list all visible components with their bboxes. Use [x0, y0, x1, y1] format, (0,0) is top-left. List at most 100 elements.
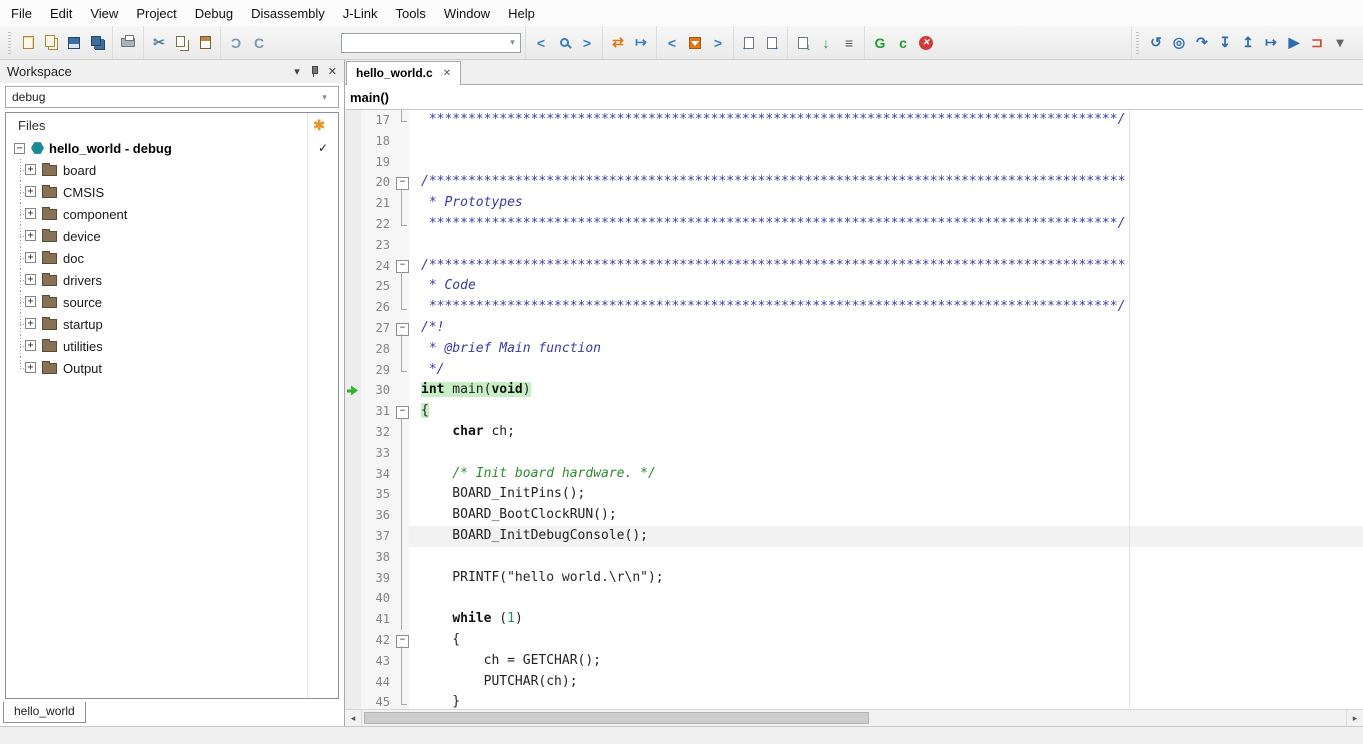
breakpoint-gutter[interactable]: [345, 110, 361, 131]
breakpoint-gutter[interactable]: [345, 193, 361, 214]
breakpoint-gutter[interactable]: [345, 588, 361, 609]
menu-item-tools[interactable]: Tools: [386, 1, 434, 26]
pin-icon[interactable]: [309, 66, 319, 78]
scrollbar-thumb[interactable]: [364, 712, 869, 724]
breakpoint-gutter[interactable]: [345, 672, 361, 693]
stop-debugging-icon[interactable]: ⊐: [1306, 32, 1328, 54]
cut-icon[interactable]: ✂: [148, 32, 170, 54]
editor-tab-hello-world-c[interactable]: hello_world.c ✕: [346, 61, 461, 85]
toggle-bookmark-icon[interactable]: [684, 32, 706, 54]
expand-icon[interactable]: +: [25, 362, 36, 373]
breakpoint-gutter[interactable]: [345, 276, 361, 297]
tree-item-component[interactable]: +component: [6, 203, 338, 225]
breakpoint-gutter[interactable]: [345, 692, 361, 709]
menu-item-view[interactable]: View: [81, 1, 127, 26]
menu-item-project[interactable]: Project: [127, 1, 185, 26]
menu-item-jlink[interactable]: J-Link: [334, 1, 387, 26]
breakpoint-gutter[interactable]: [345, 443, 361, 464]
breakpoint-gutter[interactable]: [345, 568, 361, 589]
breakpoint-gutter[interactable]: [345, 422, 361, 443]
new-document-icon[interactable]: [17, 32, 39, 54]
make-icon[interactable]: [792, 32, 814, 54]
close-tab-icon[interactable]: ✕: [443, 68, 451, 79]
breakpoint-gutter[interactable]: [345, 297, 361, 318]
debug-menu-caret-icon[interactable]: ▾: [1329, 32, 1351, 54]
reset-icon[interactable]: ↺: [1145, 32, 1167, 54]
step-into-icon[interactable]: ↧: [1214, 32, 1236, 54]
find-icon[interactable]: [553, 32, 575, 54]
stop-build-icon[interactable]: ✕: [915, 32, 937, 54]
code-area[interactable]: 17 *************************************…: [345, 110, 1363, 709]
expand-icon[interactable]: +: [25, 230, 36, 241]
browse-back-icon[interactable]: [738, 32, 760, 54]
fold-marker-icon[interactable]: [395, 256, 409, 277]
breakpoint-gutter[interactable]: [345, 360, 361, 381]
previous-bookmark-icon[interactable]: <: [661, 32, 683, 54]
expand-icon[interactable]: +: [25, 186, 36, 197]
menu-item-edit[interactable]: Edit: [41, 1, 81, 26]
fold-marker-icon[interactable]: [395, 172, 409, 193]
expand-icon[interactable]: +: [25, 252, 36, 263]
chevron-down-icon[interactable]: ▾: [505, 37, 520, 48]
expand-icon[interactable]: +: [25, 296, 36, 307]
breakpoint-gutter[interactable]: [345, 256, 361, 277]
breakpoint-gutter[interactable]: [345, 131, 361, 152]
exchange-icon[interactable]: ⇄: [607, 32, 629, 54]
scroll-right-icon[interactable]: ▸: [1346, 710, 1363, 726]
browse-forward-icon[interactable]: [761, 32, 783, 54]
fold-marker-icon[interactable]: [395, 630, 409, 651]
scroll-left-icon[interactable]: ◂: [345, 710, 362, 726]
breakpoint-gutter[interactable]: [345, 484, 361, 505]
tree-root-project[interactable]: − hello_world - debug ✓: [6, 137, 338, 159]
redo-icon[interactable]: C: [248, 32, 270, 54]
copy-icon[interactable]: [171, 32, 193, 54]
tree-item-output[interactable]: +Output: [6, 357, 338, 379]
toolbar-search-input[interactable]: [342, 34, 505, 52]
tree-item-board[interactable]: +board: [6, 159, 338, 181]
next-statement-icon[interactable]: ↦: [1260, 32, 1282, 54]
toolbar-search-combo[interactable]: ▾: [341, 33, 521, 53]
breakpoint-gutter[interactable]: [345, 214, 361, 235]
workspace-menu-caret-icon[interactable]: ▾: [294, 65, 300, 78]
breakpoint-gutter[interactable]: [345, 318, 361, 339]
goto-icon[interactable]: ↦: [630, 32, 652, 54]
horizontal-scrollbar[interactable]: ◂ ▸: [345, 709, 1363, 726]
next-bookmark-icon[interactable]: >: [707, 32, 729, 54]
registers-icon[interactable]: ≡: [838, 32, 860, 54]
configuration-dropdown[interactable]: debug ▾: [5, 86, 339, 108]
breakpoint-gutter[interactable]: [345, 235, 361, 256]
function-navigation-bar[interactable]: main(): [345, 85, 1363, 110]
tree-item-doc[interactable]: +doc: [6, 247, 338, 269]
execution-arrow-gutter[interactable]: [345, 380, 361, 401]
scrollbar-track[interactable]: [362, 710, 1346, 726]
breakpoint-gutter[interactable]: [345, 526, 361, 547]
break-icon[interactable]: ◎: [1168, 32, 1190, 54]
tree-item-device[interactable]: +device: [6, 225, 338, 247]
menu-item-disassembly[interactable]: Disassembly: [242, 1, 334, 26]
expand-icon[interactable]: +: [25, 274, 36, 285]
breakpoint-gutter[interactable]: [345, 401, 361, 422]
close-icon[interactable]: ✕: [328, 65, 337, 78]
breakpoint-gutter[interactable]: [345, 547, 361, 568]
tree-item-cmsis[interactable]: +CMSIS: [6, 181, 338, 203]
menu-item-debug[interactable]: Debug: [186, 1, 242, 26]
find-previous-icon[interactable]: <: [530, 32, 552, 54]
print-icon[interactable]: [117, 32, 139, 54]
download-icon[interactable]: ↓: [815, 32, 837, 54]
expand-icon[interactable]: +: [25, 318, 36, 329]
save-icon[interactable]: [63, 32, 85, 54]
breakpoint-gutter[interactable]: [345, 172, 361, 193]
breakpoint-gutter[interactable]: [345, 505, 361, 526]
find-next-icon[interactable]: >: [576, 32, 598, 54]
tree-item-drivers[interactable]: +drivers: [6, 269, 338, 291]
tree-item-utilities[interactable]: +utilities: [6, 335, 338, 357]
tree-item-source[interactable]: +source: [6, 291, 338, 313]
breakpoint-gutter[interactable]: [345, 152, 361, 173]
breakpoint-gutter[interactable]: [345, 609, 361, 630]
tree-item-startup[interactable]: +startup: [6, 313, 338, 335]
collapse-icon[interactable]: −: [14, 143, 25, 154]
breakpoint-gutter[interactable]: [345, 339, 361, 360]
save-all-icon[interactable]: [86, 32, 108, 54]
breakpoint-gutter[interactable]: [345, 630, 361, 651]
breakpoint-gutter[interactable]: [345, 651, 361, 672]
